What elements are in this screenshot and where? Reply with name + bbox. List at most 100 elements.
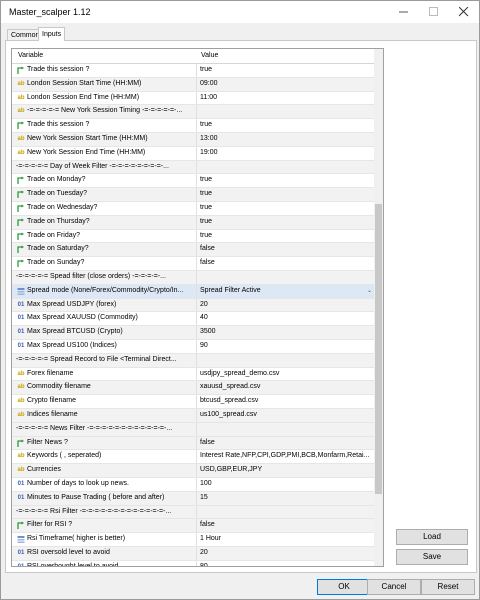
table-row[interactable]: Trade on Sunday? false bbox=[12, 257, 375, 271]
value-cell[interactable]: true bbox=[200, 174, 375, 187]
variable-cell: 01 Minutes to Pause Trading ( before and … bbox=[12, 491, 197, 505]
string-ab-icon: ab bbox=[17, 108, 25, 115]
value-cell[interactable]: 19:00 bbox=[200, 147, 375, 160]
table-row[interactable]: -=-=-=-=-= Spead filter (close orders) -… bbox=[12, 270, 375, 285]
table-row[interactable]: 01 Max Spread XAUUSD (Commodity) 40 bbox=[12, 312, 375, 327]
spread-mode-dropdown[interactable]: Spread Filter Active ⌄ bbox=[200, 285, 375, 297]
table-row[interactable]: 01 Max Spread USDJPY (forex) 20 bbox=[12, 298, 375, 313]
maximize-button[interactable] bbox=[419, 1, 449, 23]
table-row[interactable]: Filter for RSI ? false bbox=[12, 519, 375, 534]
table-row[interactable]: ab New York Session Start Time (HH:MM) 13:… bbox=[12, 132, 375, 147]
value-cell[interactable]: false bbox=[200, 243, 375, 256]
table-row[interactable]: Filter News ? false bbox=[12, 436, 375, 451]
variable-label: Crypto filename bbox=[27, 397, 77, 405]
table-row[interactable]: ab London Session Start Time (HH:MM) 09:00 bbox=[12, 77, 375, 92]
value-cell[interactable]: us100_spread.csv bbox=[200, 409, 375, 422]
variable-label: -=-=-=-=-= Day of Week Filter -=-=-=-=-=… bbox=[16, 162, 169, 170]
value-cell bbox=[200, 161, 375, 174]
reset-button[interactable]: Reset bbox=[421, 579, 475, 595]
value-cell[interactable]: 09:00 bbox=[200, 78, 375, 91]
save-button[interactable]: Save bbox=[396, 549, 468, 565]
table-row[interactable]: Spread mode (None/Forex/Commodity/Crypto… bbox=[12, 284, 375, 299]
value-cell[interactable]: false bbox=[200, 257, 375, 270]
ok-button[interactable]: OK bbox=[317, 579, 371, 595]
minimize-button[interactable] bbox=[389, 1, 419, 23]
table-row[interactable]: 01 Max Spread US100 (Indices) 90 bbox=[12, 339, 375, 354]
value-cell[interactable] bbox=[200, 105, 375, 118]
tab-inputs[interactable]: Inputs bbox=[38, 27, 66, 41]
string-ab-icon: ab bbox=[17, 398, 25, 405]
table-row[interactable]: 01 Max Spread BTCUSD (Crypto) 3500 bbox=[12, 326, 375, 340]
table-row[interactable]: 01 Number of days to look up news. 100 bbox=[12, 477, 375, 492]
value-cell[interactable]: xauusd_spread.csv bbox=[200, 381, 375, 394]
variable-label: Spread mode (None/Forex/Commodity/Crypto… bbox=[27, 286, 184, 294]
value-cell[interactable]: 40 bbox=[200, 312, 375, 325]
value-cell[interactable]: Interest Rate,NFP,CPI,GDP,PMI,BCB,Monfar… bbox=[200, 450, 375, 463]
table-row[interactable]: ab Currencies USD,GBP,EUR,JPY bbox=[12, 464, 375, 478]
table-row[interactable]: ab London Session End Time (HH:MM) 11:00 bbox=[12, 91, 375, 106]
table-row[interactable]: Trade this session ? true bbox=[12, 119, 375, 133]
value-cell[interactable]: 3500 bbox=[200, 326, 375, 339]
table-row[interactable]: ab Keywords ( , seperated) Interest Rate,N… bbox=[12, 450, 375, 465]
value-cell[interactable]: 80 bbox=[200, 561, 375, 566]
table-row[interactable]: ab Indices filename us100_spread.csv bbox=[12, 408, 375, 423]
table-row[interactable]: ab -=-=-=-=-= New York Session Timing -=-… bbox=[12, 105, 375, 120]
table-row[interactable]: -=-=-=-=-= News Filter -=-=-=-=-=-=-=-=-… bbox=[12, 422, 375, 437]
header-value[interactable]: Value bbox=[201, 52, 218, 59]
table-row[interactable]: -=-=-=-=-= Day of Week Filter -=-=-=-=-=… bbox=[12, 160, 375, 175]
table-row[interactable]: Trade on Thursday? true bbox=[12, 215, 375, 230]
value-cell[interactable]: 90 bbox=[200, 340, 375, 353]
table-row[interactable]: Trade on Monday? true bbox=[12, 174, 375, 189]
value-cell[interactable]: true bbox=[200, 202, 375, 215]
table-row[interactable]: 01 Minutes to Pause Trading ( before and … bbox=[12, 491, 375, 506]
variable-label: Filter for RSI ? bbox=[27, 521, 73, 529]
value-cell[interactable]: 13:00 bbox=[200, 133, 375, 146]
close-button[interactable] bbox=[449, 1, 479, 23]
table-row[interactable]: 01 RSI overbought level to avoid 80 bbox=[12, 560, 375, 566]
table-row[interactable]: Trade this session ? true bbox=[12, 64, 375, 78]
table-row[interactable]: -=-=-=-=-= Rsi Filter -=-=-=-=-=-=-=-=-=… bbox=[12, 505, 375, 520]
value-cell[interactable]: true bbox=[200, 64, 375, 77]
table-row[interactable]: Trade on Friday? true bbox=[12, 229, 375, 244]
value-cell[interactable]: true bbox=[200, 230, 375, 243]
value-cell[interactable]: 100 bbox=[200, 478, 375, 491]
value-cell[interactable]: false bbox=[200, 519, 375, 532]
value-cell[interactable]: false bbox=[200, 437, 375, 450]
value-cell[interactable]: true bbox=[200, 119, 375, 132]
value-cell[interactable]: usdjpy_spread_demo.csv bbox=[200, 368, 375, 381]
table-row[interactable]: ab Forex filename usdjpy_spread_demo.csv bbox=[12, 367, 375, 382]
value-cell[interactable]: 11:00 bbox=[200, 92, 375, 105]
table-row[interactable]: ab New York Session End Time (HH:MM) 19:00 bbox=[12, 146, 375, 161]
table-row[interactable]: 01 RSI oversold level to avoid 20 bbox=[12, 546, 375, 561]
variable-cell: Trade on Monday? bbox=[12, 174, 197, 188]
value-cell[interactable]: 15 bbox=[200, 492, 375, 505]
table-row[interactable]: Trade on Tuesday? true bbox=[12, 188, 375, 202]
table-row[interactable]: ab Commodity filename xauusd_spread.csv bbox=[12, 381, 375, 396]
table-row[interactable]: Trade on Saturday? false bbox=[12, 243, 375, 258]
variable-cell: ab New York Session Start Time (HH:MM) bbox=[12, 132, 197, 146]
bool-arrow-icon bbox=[17, 232, 25, 241]
table-row[interactable]: ab Crypto filename btcusd_spread.csv bbox=[12, 395, 375, 409]
cancel-button[interactable]: Cancel bbox=[367, 579, 421, 595]
value-cell[interactable]: 1 Hour bbox=[200, 533, 375, 546]
bool-arrow-icon bbox=[17, 121, 25, 130]
table-row[interactable]: -=-=-=-=-= Spread Record to File <Termin… bbox=[12, 353, 375, 368]
value-cell[interactable]: true bbox=[200, 188, 375, 201]
scrollbar-thumb[interactable] bbox=[375, 204, 382, 494]
value-cell[interactable]: btcusd_spread.csv bbox=[200, 395, 375, 408]
load-button[interactable]: Load bbox=[396, 529, 468, 545]
vertical-scrollbar[interactable] bbox=[374, 49, 383, 566]
table-row[interactable]: Rsi Timeframe( higher is better) 1 Hour bbox=[12, 533, 375, 547]
header-variable[interactable]: Variable bbox=[18, 52, 43, 59]
bool-arrow-icon bbox=[17, 176, 25, 185]
value-cell[interactable]: 20 bbox=[200, 299, 375, 312]
string-ab-icon: ab bbox=[17, 384, 25, 391]
table-body: Trade this session ? true ab London Session… bbox=[12, 64, 375, 566]
number-01-icon: 01 bbox=[17, 480, 25, 487]
value-cell[interactable]: true bbox=[200, 216, 375, 229]
value-cell[interactable]: 20 bbox=[200, 547, 375, 560]
string-ab-icon: ab bbox=[17, 411, 25, 418]
variable-label: Indices filename bbox=[27, 410, 78, 418]
value-cell[interactable]: USD,GBP,EUR,JPY bbox=[200, 464, 375, 477]
table-row[interactable]: Trade on Wednesday? true bbox=[12, 201, 375, 216]
